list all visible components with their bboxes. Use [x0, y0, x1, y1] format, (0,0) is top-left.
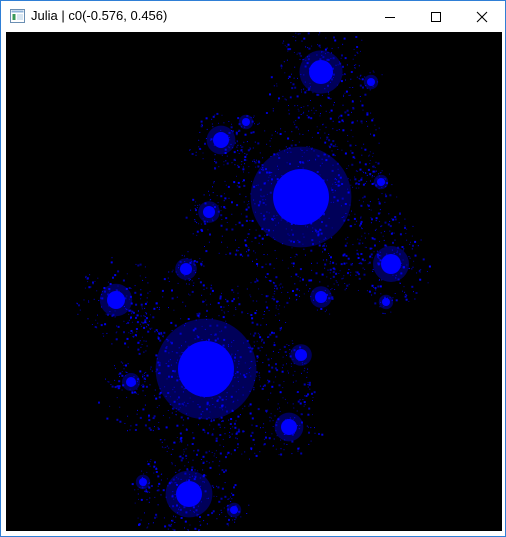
fractal-core: [213, 132, 229, 148]
fractal-core: [126, 377, 136, 387]
julia-set-render: [76, 32, 431, 531]
window-app-icon: [10, 9, 25, 23]
fractal-core: [107, 291, 125, 309]
fractal-core: [382, 298, 390, 306]
title-bar[interactable]: Julia | c0(-0.576, 0.456): [1, 1, 505, 32]
fractal-core: [180, 263, 192, 275]
minimize-button[interactable]: [367, 1, 413, 32]
fractal-dust: [76, 32, 431, 531]
fractal-core: [295, 349, 307, 361]
fractal-core: [381, 254, 401, 274]
fractal-core: [178, 341, 234, 397]
maximize-button[interactable]: [413, 1, 459, 32]
fractal-canvas[interactable]: [6, 32, 502, 531]
fractal-core: [139, 478, 147, 486]
fractal-core: [315, 291, 327, 303]
fractal-core: [367, 78, 375, 86]
julia-window: Julia | c0(-0.576, 0.456): [0, 0, 506, 537]
fractal-core: [281, 419, 297, 435]
fractal-core: [230, 506, 238, 514]
fractal-core: [176, 481, 202, 507]
fractal-core: [203, 206, 215, 218]
fractal-core: [309, 60, 333, 84]
window-title: Julia | c0(-0.576, 0.456): [31, 8, 168, 23]
maximize-icon: [431, 11, 441, 22]
fractal-core: [273, 169, 329, 225]
close-icon: [476, 11, 488, 22]
minimize-icon: [385, 16, 395, 18]
fractal-core: [242, 118, 250, 126]
close-button[interactable]: [459, 1, 505, 32]
fractal-core: [377, 178, 385, 186]
window-bottom-frame: [1, 531, 505, 536]
